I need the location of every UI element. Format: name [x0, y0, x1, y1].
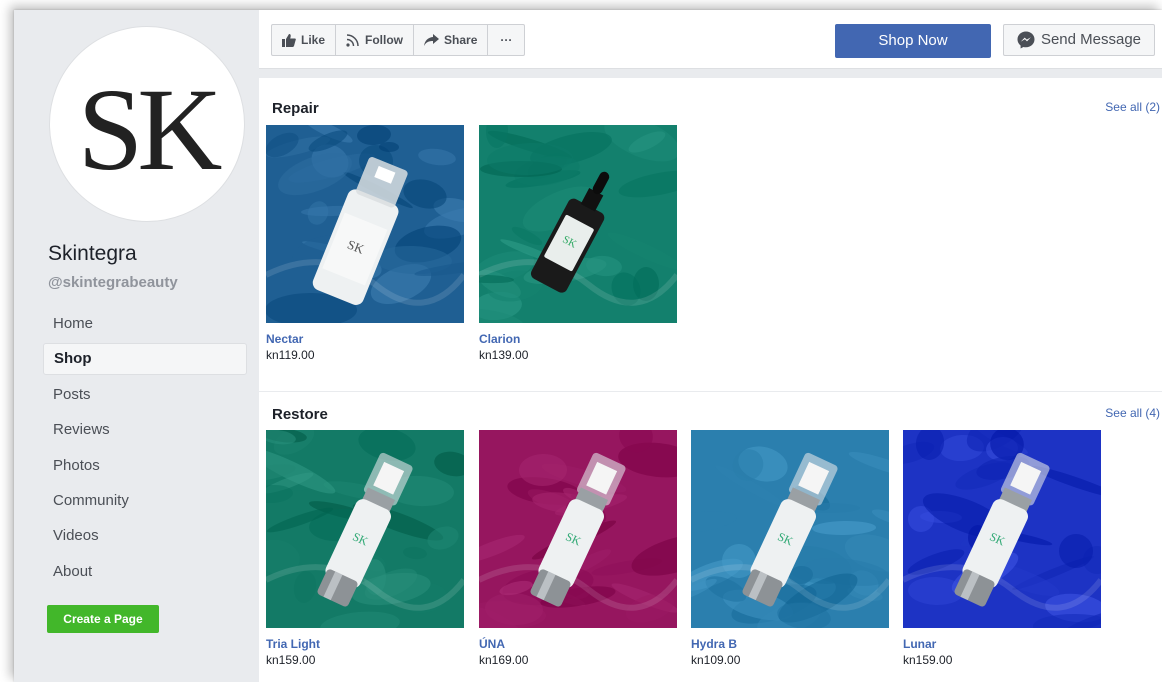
like-button[interactable]: Like	[272, 25, 337, 55]
nav-item-community[interactable]: Community	[43, 485, 247, 517]
send-message-label: Send Message	[1040, 31, 1142, 48]
product-name[interactable]: Tria Light	[266, 637, 464, 651]
page-nav: Home Shop Posts Reviews Photos Community…	[43, 308, 247, 591]
product-image[interactable]: SK	[266, 125, 464, 323]
product-image[interactable]: SK	[479, 125, 677, 323]
product-card[interactable]: SK Lunar kn159.00	[903, 430, 1101, 667]
product-name[interactable]: Lunar	[903, 637, 1101, 651]
page-name[interactable]: Skintegra	[48, 242, 137, 266]
product-photo: SK	[691, 430, 889, 628]
product-price: kn119.00	[266, 348, 315, 362]
product-price: kn159.00	[903, 653, 953, 667]
product-name[interactable]: Hydra B	[691, 637, 889, 651]
section-divider	[259, 391, 1162, 392]
shop-content: Repair See all (2) SK Nectar kn119.00 SK…	[259, 78, 1162, 682]
product-card[interactable]: SK Hydra B kn109.00	[691, 430, 889, 667]
section-title: Restore	[272, 406, 328, 423]
create-page-button[interactable]: Create a Page	[47, 605, 159, 633]
thumbs-up-icon	[282, 33, 296, 47]
more-options-button[interactable]: ···	[488, 25, 524, 55]
facebook-page-frame: SK Skintegra @skintegrabeauty Home Shop …	[14, 10, 1162, 682]
action-button-group: Like Follow Share ···	[271, 24, 526, 56]
messenger-icon	[1017, 31, 1035, 49]
product-photo: SK	[479, 430, 677, 628]
product-image[interactable]: SK	[691, 430, 889, 628]
product-photo: SK	[479, 125, 677, 323]
product-photo: SK	[266, 125, 464, 323]
product-image[interactable]: SK	[266, 430, 464, 628]
nav-item-videos[interactable]: Videos	[43, 520, 247, 552]
product-photo: SK	[266, 430, 464, 628]
product-name[interactable]: Clarion	[479, 332, 677, 346]
product-card[interactable]: SK Tria Light kn159.00	[266, 430, 464, 667]
product-price: kn159.00	[266, 653, 316, 667]
nav-item-posts[interactable]: Posts	[43, 379, 247, 411]
see-all-link[interactable]: See all (4)	[1105, 406, 1160, 420]
nav-item-photos[interactable]: Photos	[43, 450, 247, 482]
nav-item-about[interactable]: About	[43, 556, 247, 588]
follow-label: Follow	[365, 33, 404, 47]
page-action-bar: Like Follow Share ··· Shop Now Send Mess…	[259, 10, 1162, 69]
nav-item-reviews[interactable]: Reviews	[43, 414, 247, 446]
more-dots-icon: ···	[500, 33, 513, 47]
product-card[interactable]: SK ÚNA kn169.00	[479, 430, 677, 667]
product-card[interactable]: SK Nectar kn119.00	[266, 125, 464, 362]
send-message-button[interactable]: Send Message	[1003, 24, 1155, 56]
product-price: kn139.00	[479, 348, 529, 362]
see-all-link[interactable]: See all (2)	[1105, 100, 1160, 114]
rss-feed-icon	[346, 34, 359, 47]
page-username[interactable]: @skintegrabeauty	[48, 274, 178, 291]
share-label: Share	[444, 33, 478, 47]
product-price: kn109.00	[691, 653, 741, 667]
product-image[interactable]: SK	[903, 430, 1101, 628]
follow-button[interactable]: Follow	[336, 25, 415, 55]
share-button[interactable]: Share	[414, 25, 489, 55]
product-price: kn169.00	[479, 653, 529, 667]
product-image[interactable]: SK	[479, 430, 677, 628]
nav-item-home[interactable]: Home	[43, 308, 247, 340]
share-arrow-icon	[424, 34, 440, 46]
shop-now-button[interactable]: Shop Now	[835, 24, 991, 58]
product-name[interactable]: ÚNA	[479, 637, 677, 651]
nav-item-shop[interactable]: Shop	[43, 343, 247, 376]
like-label: Like	[301, 33, 326, 47]
avatar-logo-text: SK	[78, 64, 222, 195]
product-name[interactable]: Nectar	[266, 332, 464, 346]
product-card[interactable]: SK Clarion kn139.00	[479, 125, 677, 362]
left-sidebar: SK Skintegra @skintegrabeauty Home Shop …	[14, 10, 259, 682]
section-title: Repair	[272, 100, 319, 117]
profile-avatar[interactable]: SK	[49, 26, 245, 222]
product-photo: SK	[903, 430, 1101, 628]
